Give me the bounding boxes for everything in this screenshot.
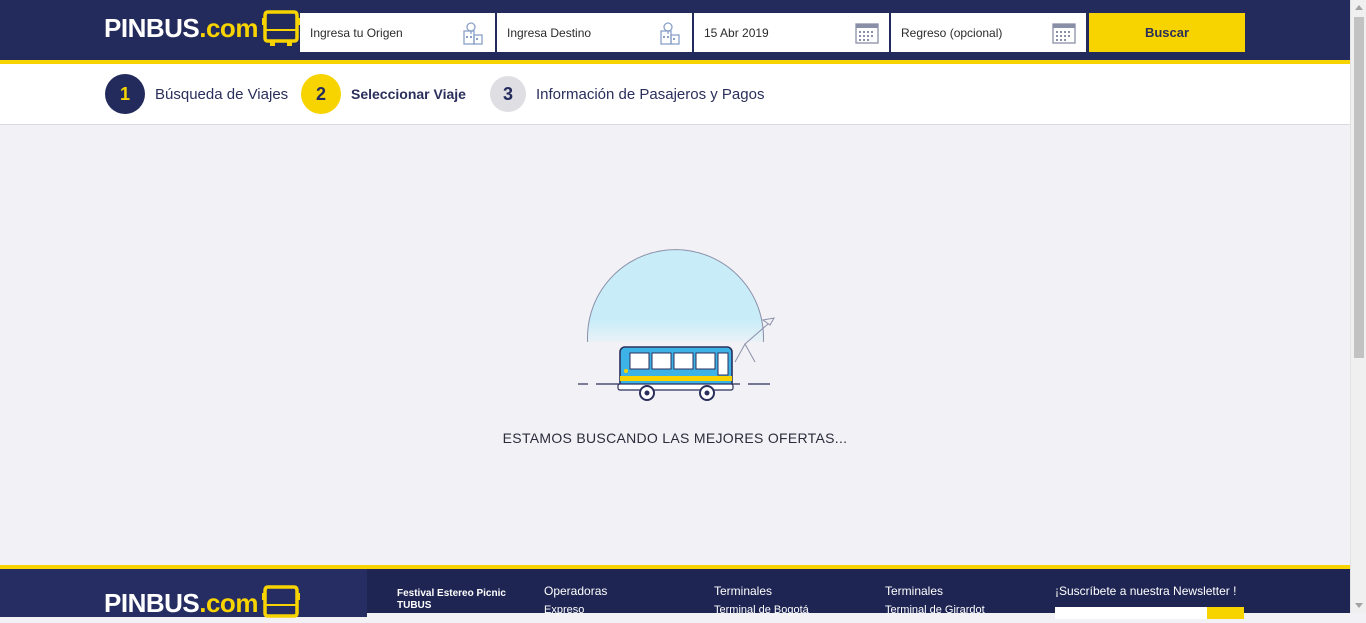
step-search[interactable]: 1 Búsqueda de Viajes [105,74,288,114]
step-2-label: Seleccionar Viaje [351,86,466,102]
departure-date-value: 15 Abr 2019 [704,25,769,40]
footer-column-operators: Operadoras Expreso [544,584,607,616]
step-1-label: Búsqueda de Viajes [155,85,289,103]
search-button[interactable]: Buscar [1089,13,1245,52]
departure-date-input[interactable]: 15 Abr 2019 [694,13,889,52]
footer-link[interactable]: Terminal de Bogotá [714,604,809,616]
step-2-number: 2 [301,74,341,114]
bus-logo-icon [261,10,300,46]
origin-input[interactable]: Ingresa tu Origen [300,13,495,52]
footer-link[interactable]: Terminal de Girardot [885,604,985,616]
return-date-placeholder: Regreso (opcional) [901,25,1003,40]
footer-newsletter: ¡Suscríbete a nuestra Newsletter ! [1055,584,1236,598]
footer-pinbus-logo[interactable]: PINBUS.com [104,583,300,623]
step-3-number: 3 [490,76,526,112]
column-title: Terminales [885,584,944,598]
step-1-number: 1 [105,74,145,114]
scroll-up-icon[interactable] [1355,5,1363,10]
bus-logo-icon [261,585,300,618]
footer-logo-suffix-text: .com [199,587,258,618]
destination-input[interactable]: Ingresa Destino [497,13,692,52]
footer-column-terminals-2: Terminales Terminal de Girardot [885,584,985,616]
logo-main-text: PINBUS [104,12,200,43]
bus-loading-illustration [570,249,785,401]
step-select-trip: 2 Seleccionar Viaje [301,74,466,114]
logo-text: PINBUS.com [104,13,258,44]
loading-message: ESTAMOS BUSCANDO LAS MEJORES OFERTAS... [502,430,848,446]
booking-steps: 1 Búsqueda de Viajes 2 Seleccionar Viaje… [0,64,1350,125]
pinbus-logo[interactable]: PINBUS.com [104,8,300,48]
top-header: PINBUS.com Ingresa tu Origen Ingresa Des… [0,0,1350,64]
footer-logo-main-text: PINBUS [104,587,200,618]
return-date-input[interactable]: Regreso (opcional) [891,13,1086,52]
step-passenger-payment: 3 Información de Pasajeros y Pagos [490,74,764,114]
origin-placeholder: Ingresa tu Origen [310,25,403,40]
page-scrollbar[interactable] [1350,0,1366,613]
footer-promo[interactable]: Festival Estereo Picnic TUBUS [397,588,506,612]
map-building-icon [463,22,483,45]
footer: PINBUS.com Festival Estereo Picnic TUBUS… [0,565,1350,619]
footer-brand-panel: PINBUS.com [0,569,367,618]
footer-logo-text: PINBUS.com [104,588,258,619]
step-3-label: Información de Pasajeros y Pagos [536,85,765,103]
footer-column-terminals-1: Terminales Terminal de Bogotá [714,584,809,616]
column-title: Terminales [714,584,773,598]
destination-placeholder: Ingresa Destino [507,25,592,40]
promo-line-1: Festival Estereo Picnic [397,588,506,599]
footer-link[interactable]: Expreso [544,604,607,616]
promo-line-2: TUBUS [397,600,432,611]
scroll-down-icon[interactable] [1355,603,1363,608]
scrollbar-thumb[interactable] [1354,17,1364,358]
logo-suffix-text: .com [199,12,258,43]
calendar-icon [855,23,879,44]
calendar-icon [1052,23,1076,44]
map-building-icon [660,22,680,45]
newsletter-email-input[interactable] [1055,607,1207,619]
newsletter-title: ¡Suscríbete a nuestra Newsletter ! [1055,584,1237,598]
newsletter-submit-button[interactable] [1207,607,1244,619]
column-title: Operadoras [544,584,608,598]
